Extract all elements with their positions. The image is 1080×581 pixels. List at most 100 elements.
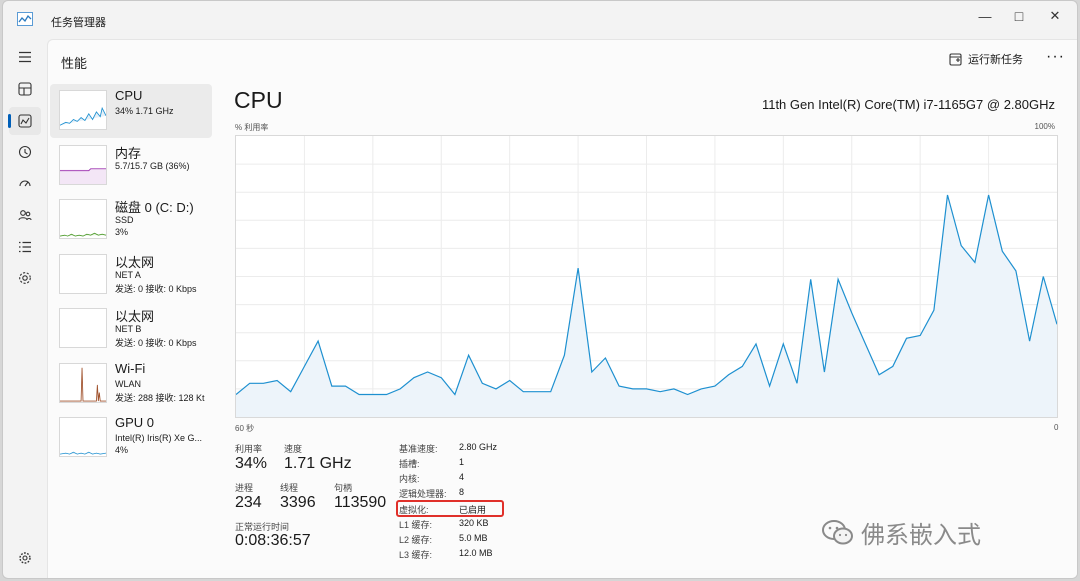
device-detail: NET A [115,269,141,280]
handles-value: 113590 [334,494,387,511]
nav-settings[interactable] [9,544,41,572]
cpu-thumbnail [59,90,107,130]
handles-label: 句柄 [334,483,353,493]
device-detail: 发送: 0 接收: 0 Kbps [115,338,197,348]
device-detail: SSD [115,215,134,225]
detail-title: CPU [234,87,283,113]
spec-value: 320 KB [459,518,489,528]
uptime-value: 0:08:36:57 [235,532,311,549]
speed-value: 1.71 GHz [284,455,352,472]
device-detail: 发送: 288 接收: 128 Kt [115,392,205,403]
ethernet-thumbnail [59,253,107,294]
x-axis-right-label: 0 [1054,423,1059,432]
spec-label: L3 缓存: [399,550,433,560]
nav-details[interactable] [9,233,41,261]
device-detail: Intel(R) Iris(R) Xe G... [115,433,203,443]
nav-processes[interactable] [9,75,41,103]
device-item-ethernet-a[interactable]: 以太网 NET A 发送: 0 接收: 0 Kbps [50,248,212,302]
device-item-memory[interactable]: 内存 5.7/15.7 GB (36%) [50,139,212,193]
run-task-icon [949,52,962,66]
nav-services[interactable] [9,264,41,292]
startup-apps-icon [19,180,31,187]
nav-app-history[interactable] [9,138,41,166]
spec-label: L1 缓存: [399,520,433,530]
run-new-task-label: 运行新任务 [968,54,1023,66]
spec-label: 插槽: [399,459,420,469]
navigation-rail [3,39,47,578]
watermark: 佛系嵌入式 [821,515,981,550]
performance-page: 性能 运行新任务 ··· CPU 34% 1.71 GHz 内存 5.7/15.… [47,39,1077,578]
device-name: 以太网 [115,309,155,324]
window-title: 任务管理器 [51,17,106,29]
spec-label: 基准速度: [399,444,438,454]
nav-performance[interactable] [8,107,41,135]
details-icon [19,241,31,253]
processes-value: 234 [235,494,262,511]
cpu-utilization-graph [235,135,1058,418]
run-new-task-button[interactable]: 运行新任务 [949,51,1023,67]
gpu-thumbnail [59,417,107,457]
wechat-icon [822,519,853,544]
spec-label: 内核: [399,474,420,484]
cpu-model: 11th Gen Intel(R) Core(TM) i7-1165G7 @ 2… [761,97,1055,112]
device-name: 磁盘 0 (C: D:) [115,200,194,215]
task-manager-app-icon [17,12,33,26]
page-title: 性能 [61,56,88,71]
spec-label: 逻辑处理器: [399,489,447,499]
nav-startup-apps[interactable] [9,170,41,198]
spec-value: 2.80 GHz [459,442,498,452]
virtualization-highlight-box [396,500,504,517]
maximize-button[interactable]: □ [999,3,1039,29]
close-button[interactable]: ✕ [1035,3,1075,29]
cpu-graph-svg [235,136,1058,417]
task-manager-window: 任务管理器 — □ ✕ 性能 运行新任务 ··· CPU 34% 1.71 GH… [2,0,1078,579]
hamburger-menu-icon [19,51,31,63]
device-item-cpu[interactable]: CPU 34% 1.71 GHz [50,84,212,138]
spec-value: 8 [459,487,465,497]
device-detail: 3% [115,227,129,237]
device-item-ethernet-b[interactable]: 以太网 NET B 发送: 0 接收: 0 Kbps [50,302,212,356]
nav-menu-button[interactable] [9,43,41,71]
threads-label: 线程 [280,483,299,493]
device-item-wifi[interactable]: Wi-Fi WLAN 发送: 288 接收: 128 Kt [50,357,212,411]
device-name: 内存 [115,145,142,161]
device-detail: WLAN [115,378,142,389]
x-axis-left-label: 60 秒 [235,424,255,433]
device-name: CPU [115,88,143,103]
device-detail: 发送: 0 接收: 0 Kbps [115,283,197,294]
device-detail: 4% [115,445,129,455]
y-axis-max: 100% [1034,122,1055,131]
disk-thumbnail [59,199,107,239]
nav-users[interactable] [9,201,41,229]
settings-icon [19,552,31,564]
device-detail: 5.7/15.7 GB (36%) [115,160,190,171]
processes-icon [18,82,32,96]
performance-icon [18,114,32,128]
spec-value: 1 [459,457,465,467]
device-detail: NET B [115,324,142,334]
processes-label: 进程 [235,483,254,493]
more-options-button[interactable]: ··· [1046,48,1065,66]
device-item-gpu[interactable]: GPU 0 Intel(R) Iris(R) Xe G... 4% [50,411,212,465]
memory-thumbnail [59,144,107,185]
utilization-label: 利用率 [235,444,263,454]
spec-value: 4 [459,472,465,482]
spec-value: 5.0 MB [459,533,488,543]
services-icon [19,272,31,284]
device-item-disk[interactable]: 磁盘 0 (C: D:) SSD 3% [50,193,212,247]
spec-label: L2 缓存: [399,535,433,545]
app-history-icon [18,145,32,159]
y-axis-label: % 利用率 [235,123,269,132]
watermark-text: 佛系嵌入式 [861,521,981,549]
ethernet-thumbnail [59,308,107,348]
device-name: 以太网 [115,254,155,270]
device-name: Wi-Fi [115,360,146,376]
speed-label: 速度 [284,444,303,454]
title-bar[interactable]: 任务管理器 — □ ✕ [3,1,1077,39]
users-icon [18,210,32,221]
spec-value: 12.0 MB [459,548,493,558]
utilization-value: 34% [235,455,268,472]
device-name: GPU 0 [115,415,155,430]
device-list: CPU 34% 1.71 GHz 内存 5.7/15.7 GB (36%) 磁盘… [50,84,212,466]
threads-value: 3396 [280,494,316,511]
